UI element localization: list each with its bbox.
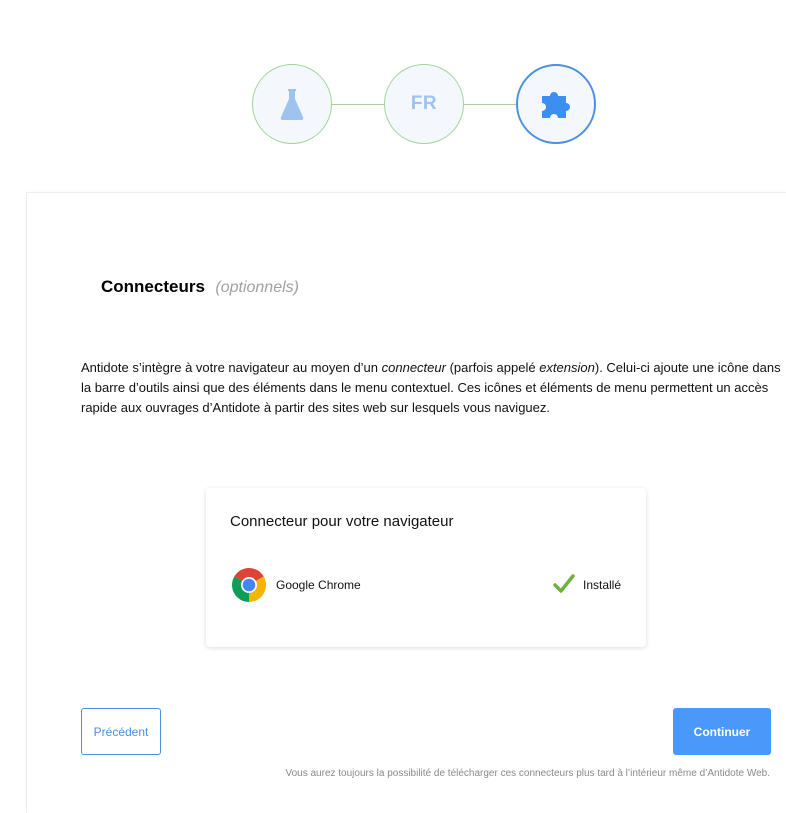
page-subtitle: (optionnels)	[215, 279, 299, 296]
card-title: Connecteur pour votre navigateur	[230, 513, 454, 530]
step-language-label: FR	[410, 93, 438, 114]
description-term: connecteur	[381, 360, 446, 375]
step-connector-1	[332, 104, 384, 105]
progress-steps: FR	[0, 0, 786, 160]
step-connector-2	[464, 104, 516, 105]
step-flask	[252, 64, 332, 144]
flask-icon	[280, 89, 304, 120]
chrome-icon	[232, 568, 266, 602]
step-language: FR	[384, 64, 464, 144]
footnote: Vous aurez toujours la possibilité de té…	[285, 768, 770, 779]
check-icon	[553, 574, 575, 593]
browser-name: Google Chrome	[276, 578, 361, 592]
page-title: Connecteurs	[101, 277, 205, 296]
puzzle-icon	[542, 92, 570, 118]
install-status: Installé	[583, 578, 622, 592]
continue-button[interactable]: Continuer	[673, 708, 771, 755]
section-header: Connecteurs (optionnels)	[101, 277, 299, 297]
connector-card: Connecteur pour votre navigateur Google …	[206, 488, 646, 647]
description-part: (parfois appelé	[445, 360, 540, 375]
description-part: Antidote s’intègre à votre navigateur au…	[81, 360, 382, 375]
description-text: Antidote s’intègre à votre navigateur au…	[81, 358, 781, 418]
previous-button[interactable]: Précédent	[81, 708, 161, 755]
step-connectors	[516, 64, 596, 144]
description-term: extension	[539, 360, 595, 375]
